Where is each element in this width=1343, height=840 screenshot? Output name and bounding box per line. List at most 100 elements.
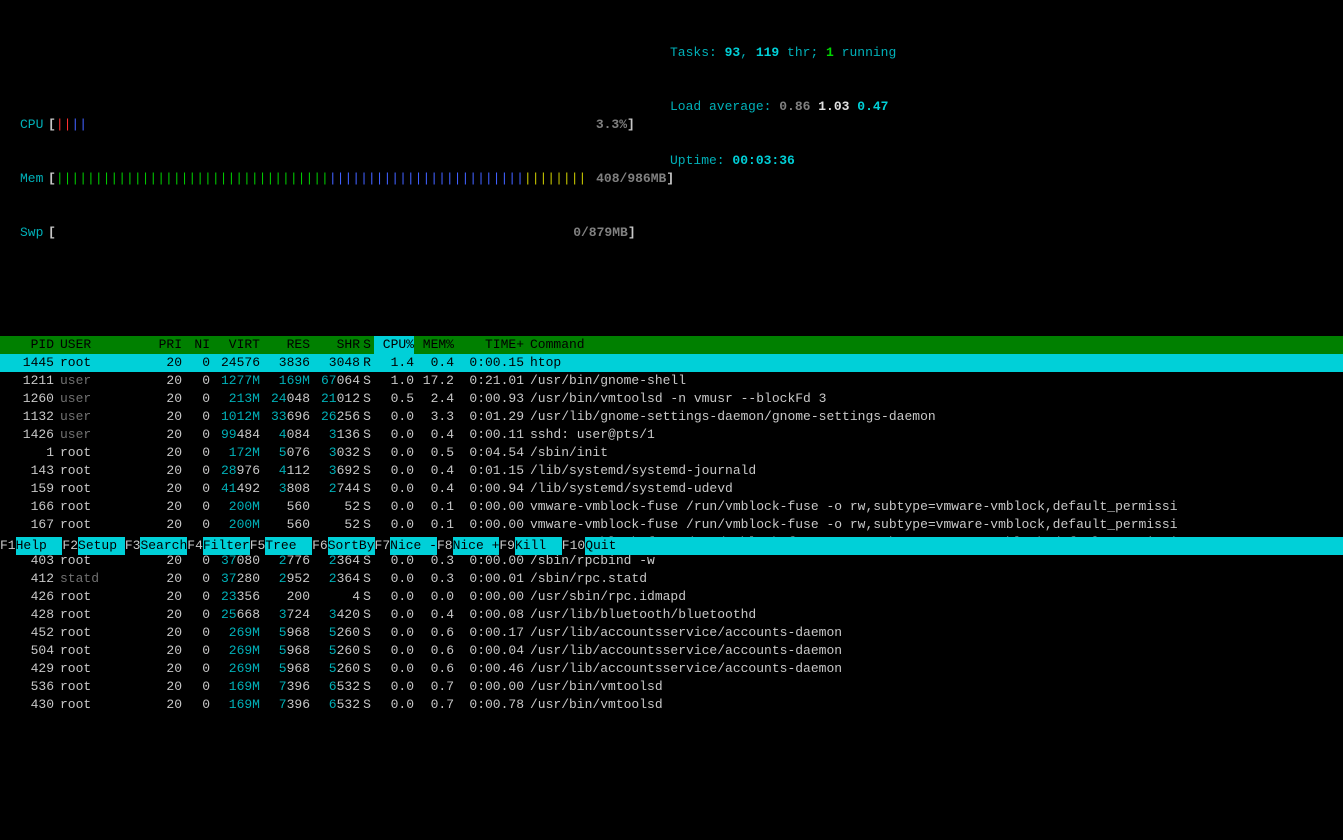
cell-mem: 0.4 [414,354,454,372]
fkey-f10[interactable]: F10 [562,537,585,555]
cell-user: user [54,408,146,426]
cell-pid: 452 [0,624,54,642]
cell-user: root [54,444,146,462]
cell-shr: 3048 [310,354,360,372]
fkey-label[interactable]: SortBy [328,537,375,555]
cell-cpu: 0.0 [374,516,414,534]
cell-pid: 166 [0,498,54,516]
fkey-f8[interactable]: F8 [437,537,453,555]
cell-ni: 0 [182,372,210,390]
footer-bar[interactable]: F1Help F2Setup F3SearchF4FilterF5Tree F6… [0,537,1343,555]
fkey-label[interactable]: Nice - [390,537,437,555]
cell-res: 5076 [260,444,310,462]
process-row[interactable]: 536root200169M73966532S0.00.70:00.00/usr… [0,678,1343,696]
fkey-f9[interactable]: F9 [499,537,515,555]
cell-ni: 0 [182,390,210,408]
cell-virt: 24576 [210,354,260,372]
process-row[interactable]: 430root200169M73966532S0.00.70:00.78/usr… [0,696,1343,714]
process-row[interactable]: 143root2002897641123692S0.00.40:01.15/li… [0,462,1343,480]
process-row[interactable]: 1root200172M50763032S0.00.50:04.54/sbin/… [0,444,1343,462]
col-time[interactable]: TIME+ [454,336,524,354]
cell-mem: 0.7 [414,696,454,714]
cell-cpu: 0.0 [374,408,414,426]
fkey-f4[interactable]: F4 [187,537,203,555]
cell-time: 0:00.15 [454,354,524,372]
fkey-f1[interactable]: F1 [0,537,16,555]
process-row[interactable]: 428root2002566837243420S0.00.40:00.08/us… [0,606,1343,624]
process-row[interactable]: 452root200269M59685260S0.00.60:00.17/usr… [0,624,1343,642]
col-pri[interactable]: PRI [146,336,182,354]
cell-state: S [360,426,374,444]
process-row[interactable]: 412statd2003728029522364S0.00.30:00.01/s… [0,570,1343,588]
process-row[interactable]: 1426user2009948440843136S0.00.40:00.11ss… [0,426,1343,444]
cell-pid: 1426 [0,426,54,444]
cell-time: 0:00.01 [454,570,524,588]
cell-state: S [360,516,374,534]
cell-shr: 52 [310,516,360,534]
process-table[interactable]: PIDUSERPRINIVIRTRESSHRSCPU%MEM%TIME+Comm… [0,336,1343,714]
fkey-label[interactable]: Nice + [453,537,500,555]
fkey-f7[interactable]: F7 [375,537,391,555]
col-virt[interactable]: VIRT [210,336,260,354]
cell-res: 33696 [260,408,310,426]
fkey-label[interactable]: Help [16,537,63,555]
cell-time: 0:00.46 [454,660,524,678]
col-s[interactable]: S [360,336,374,354]
fkey-label[interactable]: Quit [585,537,632,555]
col-cpu[interactable]: CPU% [374,336,414,354]
fkey-f2[interactable]: F2 [62,537,78,555]
process-row[interactable]: 504root200269M59685260S0.00.60:00.04/usr… [0,642,1343,660]
cell-time: 0:00.94 [454,480,524,498]
process-row[interactable]: 1132user2001012M3369626256S0.03.30:01.29… [0,408,1343,426]
cell-cmd: /usr/bin/vmtoolsd -n vmusr --blockFd 3 [524,390,1343,408]
cell-ni: 0 [182,624,210,642]
cell-pri: 20 [146,444,182,462]
process-row[interactable]: 429root200269M59685260S0.00.60:00.46/usr… [0,660,1343,678]
fkey-f3[interactable]: F3 [125,537,141,555]
cell-pri: 20 [146,480,182,498]
cell-state: S [360,480,374,498]
cell-cmd: /sbin/rpc.statd [524,570,1343,588]
fkey-f6[interactable]: F6 [312,537,328,555]
cell-virt: 200M [210,498,260,516]
process-row[interactable]: 1260user200213M2404821012S0.52.40:00.93/… [0,390,1343,408]
process-row[interactable]: 159root2004149238082744S0.00.40:00.94/li… [0,480,1343,498]
cell-shr: 3032 [310,444,360,462]
col-cmd[interactable]: Command [524,336,1343,354]
process-row[interactable]: 166root200200M56052S0.00.10:00.00vmware-… [0,498,1343,516]
cell-cpu: 0.0 [374,624,414,642]
table-header[interactable]: PIDUSERPRINIVIRTRESSHRSCPU%MEM%TIME+Comm… [0,336,1343,354]
process-row[interactable]: 426root200233562004S0.00.00:00.00/usr/sb… [0,588,1343,606]
col-user[interactable]: USER [54,336,146,354]
col-shr[interactable]: SHR [310,336,360,354]
cell-pid: 167 [0,516,54,534]
process-row[interactable]: 167root200200M56052S0.00.10:00.00vmware-… [0,516,1343,534]
cell-shr: 5260 [310,660,360,678]
cell-shr: 3692 [310,462,360,480]
col-mem[interactable]: MEM% [414,336,454,354]
fkey-label[interactable]: Search [140,537,187,555]
cell-pri: 20 [146,462,182,480]
fkey-label[interactable]: Kill [515,537,562,555]
col-pid[interactable]: PID [0,336,54,354]
fkey-label[interactable]: Filter [203,537,250,555]
process-row[interactable]: 1445root2002457638363048R1.40.40:00.15ht… [0,354,1343,372]
cell-pid: 428 [0,606,54,624]
process-row[interactable]: 1211user2001277M169M67064S1.017.20:21.01… [0,372,1343,390]
col-res[interactable]: RES [260,336,310,354]
col-ni[interactable]: NI [182,336,210,354]
cell-cmd: htop [524,354,1343,372]
cell-user: root [54,660,146,678]
fkey-f5[interactable]: F5 [250,537,266,555]
cell-ni: 0 [182,480,210,498]
fkey-label[interactable]: Tree [265,537,312,555]
cell-shr: 4 [310,588,360,606]
cell-ni: 0 [182,498,210,516]
cell-virt: 200M [210,516,260,534]
cell-state: S [360,408,374,426]
cell-pid: 430 [0,696,54,714]
cell-state: S [360,606,374,624]
cell-cmd: /usr/lib/accountsservice/accounts-daemon [524,642,1343,660]
fkey-label[interactable]: Setup [78,537,125,555]
cell-cpu: 0.0 [374,642,414,660]
